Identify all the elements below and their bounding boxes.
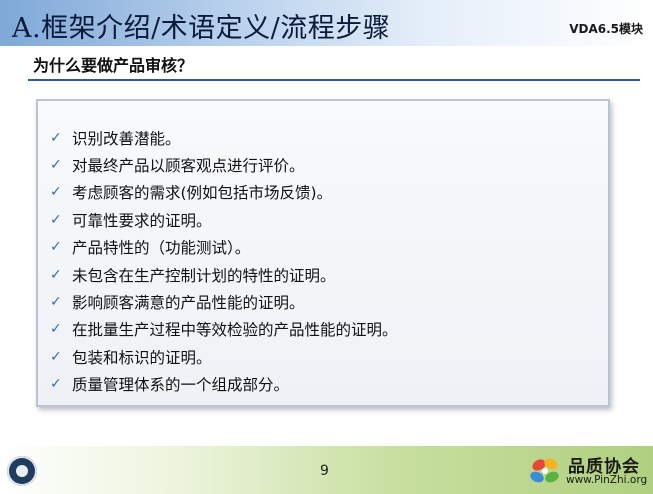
check-icon: ✓ (50, 211, 62, 228)
module-tag: VDA6.5模块 (569, 22, 643, 36)
bullet-text: 对最终产品以顾客观点进行评价。 (72, 157, 305, 176)
check-icon: ✓ (50, 294, 62, 311)
slide-title: A.框架介绍/术语定义/流程步骤 (12, 13, 391, 44)
logo-url[interactable]: www.PinZhi.org (566, 474, 647, 486)
bullet-text: 未包含在生产控制计划的特性的证明。 (72, 266, 336, 285)
check-icon: ✓ (50, 348, 62, 365)
bullet-text: 影响顾客满意的产品性能的证明。 (72, 294, 305, 313)
slide-subtitle: 为什么要做产品审核？ (33, 56, 194, 75)
list-item: ✓ 包装和标识的证明。 (50, 343, 398, 370)
check-icon: ✓ (50, 321, 62, 338)
list-item: ✓ 产品特性的（功能测试）。 (50, 234, 398, 261)
flower-logo-icon (530, 458, 559, 483)
bullet-text: 产品特性的（功能测试）。 (72, 239, 251, 258)
bullet-text: 质量管理体系的一个组成部分。 (72, 376, 290, 395)
bullet-list: ✓ 识别改善潜能。 ✓ 对最终产品以顾客观点进行评价。 ✓ 考虑顾客的需求(例如包括市… (50, 124, 398, 398)
bullet-text: 可靠性要求的证明。 (72, 211, 212, 230)
content-box: ✓ 识别改善潜能。 ✓ 对最终产品以顾客观点进行评价。 ✓ 考虑顾客的需求(例如包括市… (36, 99, 610, 407)
bullet-text: 考虑顾客的需求(例如包括市场反馈)。 (72, 184, 333, 203)
subtitle-divider (28, 79, 640, 81)
check-icon: ✓ (50, 266, 62, 283)
check-icon: ✓ (50, 239, 62, 256)
list-item: ✓ 在批量生产过程中等效检验的产品性能的证明。 (50, 316, 398, 343)
check-icon: ✓ (50, 376, 62, 393)
check-icon: ✓ (50, 157, 62, 174)
list-item: ✓ 影响顾客满意的产品性能的证明。 (50, 288, 398, 315)
bullet-text: 包装和标识的证明。 (72, 348, 212, 367)
check-icon: ✓ (50, 129, 62, 146)
page-number: 9 (320, 463, 329, 479)
check-icon: ✓ (50, 184, 62, 201)
list-item: ✓ 识别改善潜能。 (50, 124, 398, 151)
list-item: ✓ 可靠性要求的证明。 (50, 206, 398, 233)
list-item: ✓ 质量管理体系的一个组成部分。 (50, 371, 398, 398)
bullet-text: 识别改善潜能。 (72, 129, 181, 148)
list-item: ✓ 对最终产品以顾客观点进行评价。 (50, 151, 398, 178)
list-item: ✓ 考虑顾客的需求(例如包括市场反馈)。 (50, 179, 398, 206)
list-item: ✓ 未包含在生产控制计划的特性的证明。 (50, 261, 398, 288)
bullet-text: 在批量生产过程中等效检验的产品性能的证明。 (72, 321, 398, 340)
seal-icon (7, 456, 37, 486)
